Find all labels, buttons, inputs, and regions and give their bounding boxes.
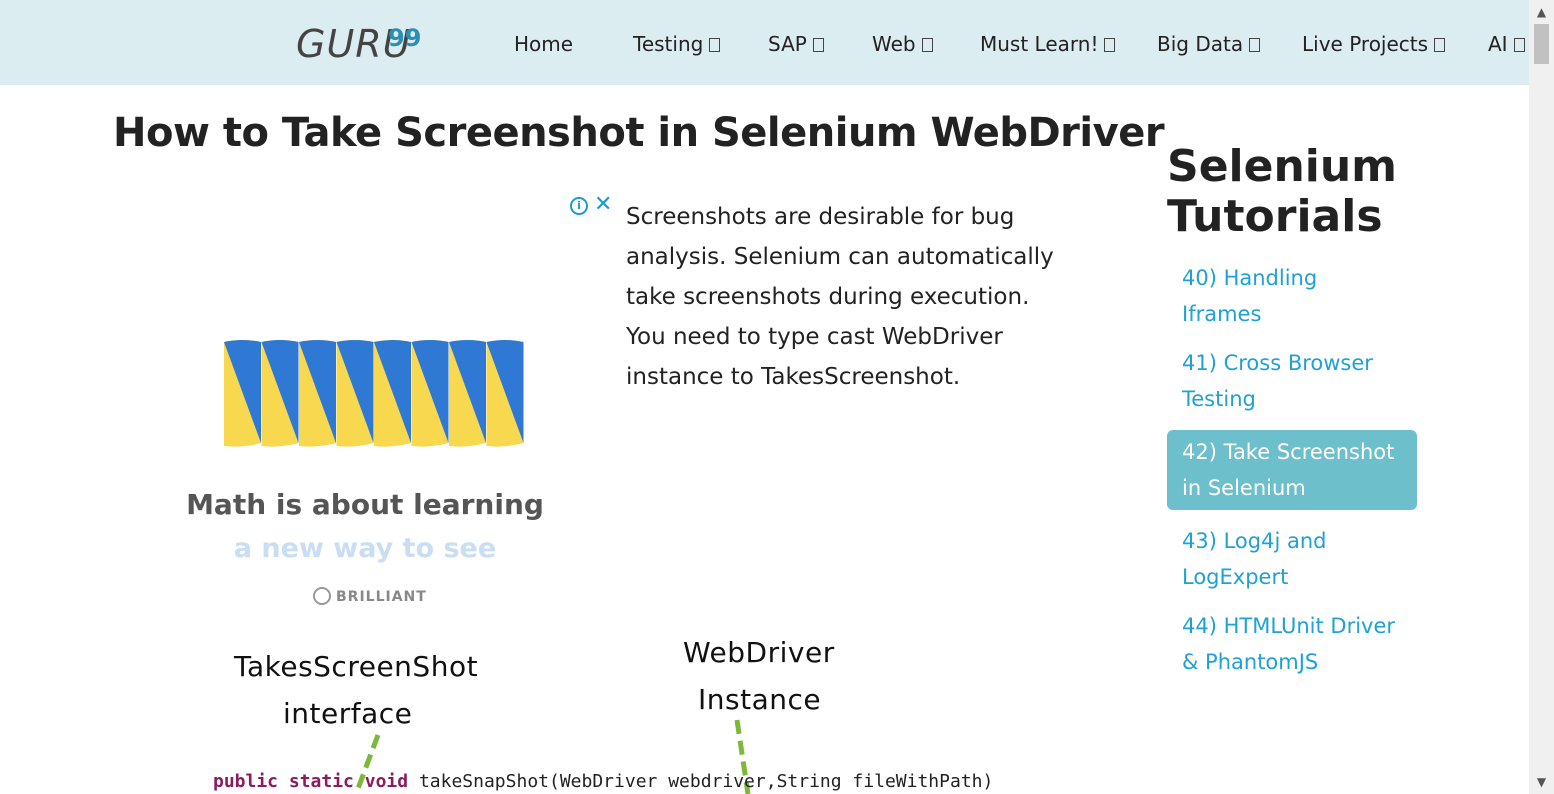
- scroll-down-icon[interactable]: ▼: [1529, 772, 1554, 792]
- scroll-up-icon[interactable]: ▲: [1529, 2, 1554, 22]
- diagram-arrows: [353, 719, 751, 794]
- code-snippet: public static void takeSnapShot(WebDrive…: [213, 771, 994, 792]
- scroll-thumb[interactable]: [1534, 24, 1549, 64]
- page-scrollbar[interactable]: ▲ ▼: [1529, 0, 1554, 794]
